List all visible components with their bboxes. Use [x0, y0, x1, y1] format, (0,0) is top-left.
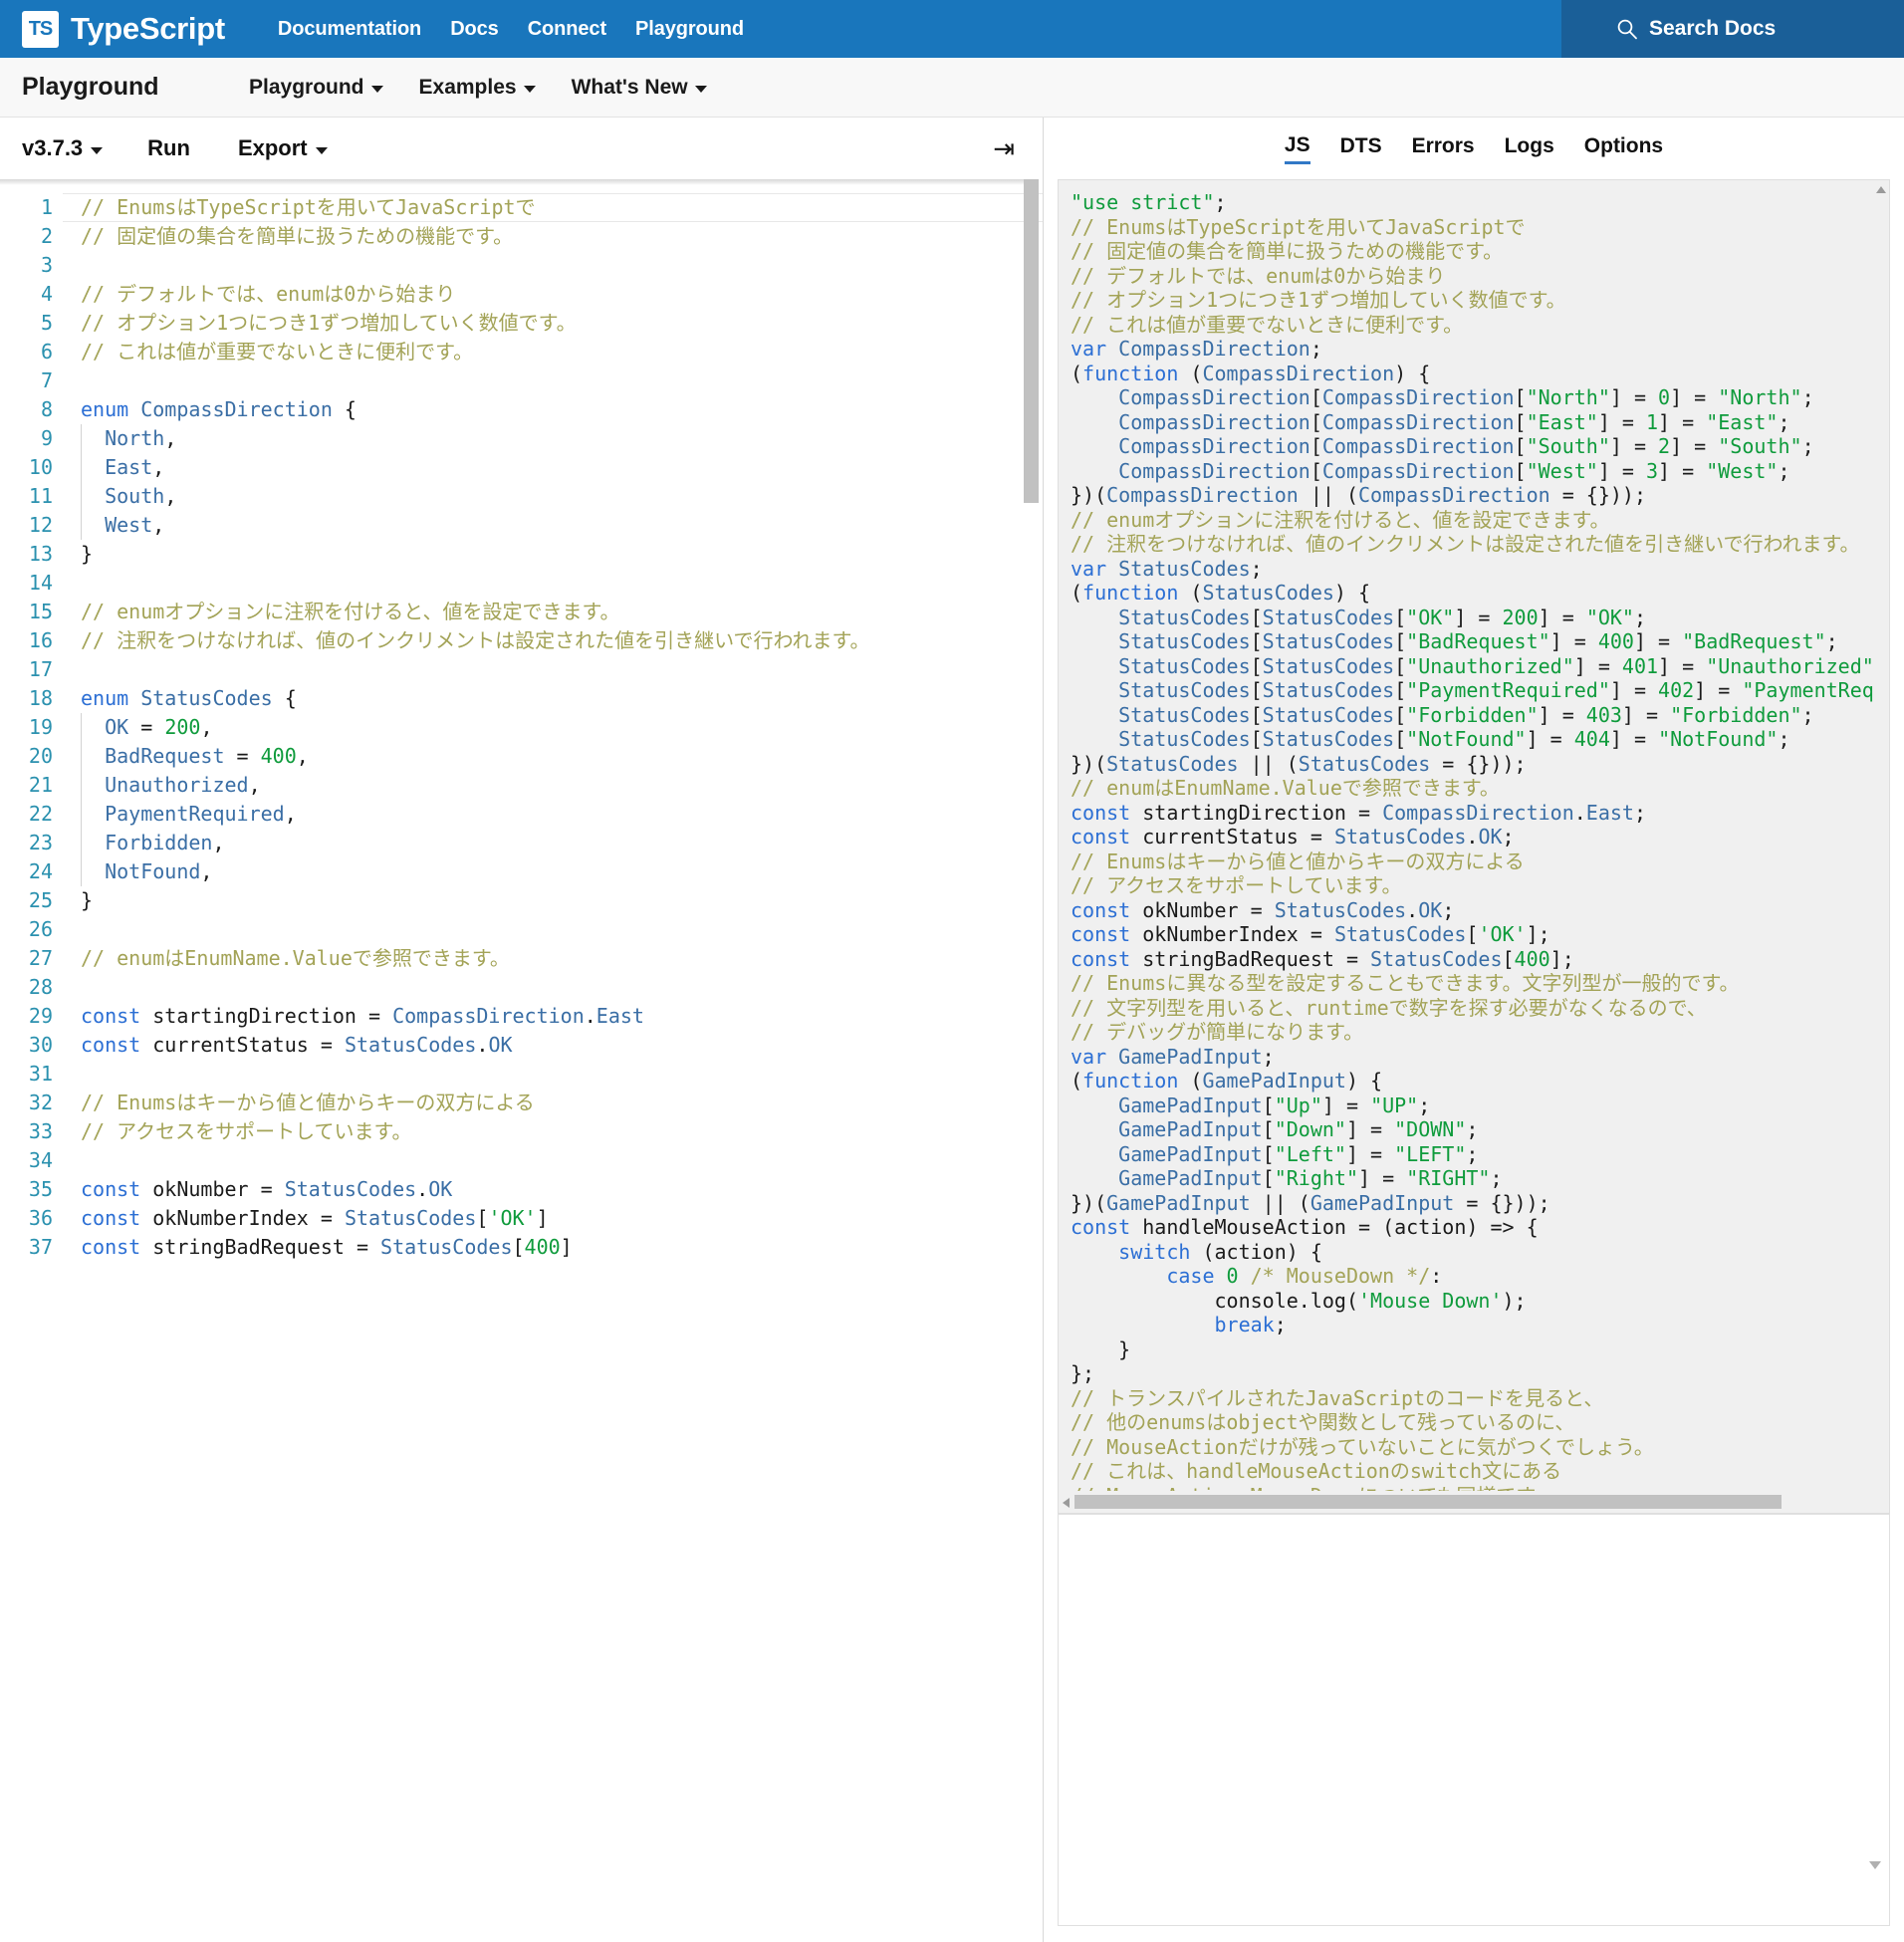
tab-js[interactable]: JS [1284, 133, 1310, 164]
line-number: 31 [28, 1062, 53, 1086]
code-editor[interactable]: 1 2 3 4 5 6 7 8 9 10 11 12 13 14 15 16 17 18 19 20 21 22 23 24 2… [0, 179, 1043, 1942]
export-menu[interactable]: Export [238, 135, 328, 161]
line-number: 3 [40, 253, 53, 277]
sub-nav-menu: Playground Examples What's New [249, 76, 707, 100]
line-number: 37 [28, 1235, 53, 1259]
tab-errors[interactable]: Errors [1412, 134, 1475, 162]
indent-guide [81, 713, 82, 886]
line-number: 28 [28, 975, 53, 999]
line-number: 14 [28, 571, 53, 595]
tab-logs[interactable]: Logs [1505, 134, 1554, 162]
subnav-item-examples[interactable]: Examples [419, 76, 536, 100]
line-number: 10 [28, 455, 53, 479]
line-number: 7 [40, 368, 53, 392]
line-number: 22 [28, 802, 53, 826]
playground-workspace: v3.7.3 Run Export ⇥ 1 2 3 4 5 6 7 8 9 10 11 12 13 14 1… [0, 118, 1904, 1942]
version-label: v3.7.3 [22, 135, 84, 160]
chevron-down-icon [370, 86, 383, 93]
collapse-sidebar-icon[interactable]: ⇥ [993, 135, 1015, 161]
line-number: 29 [28, 1004, 53, 1028]
line-number: 36 [28, 1206, 53, 1230]
line-number: 16 [28, 628, 53, 652]
line-number: 34 [28, 1148, 53, 1172]
editor-line-numbers: 1 2 3 4 5 6 7 8 9 10 11 12 13 14 15 16 17 18 19 20 21 22 23 24 2… [0, 193, 63, 1262]
line-number: 19 [28, 715, 53, 739]
line-number: 4 [40, 282, 53, 306]
search-docs-button[interactable]: Search Docs [1561, 0, 1904, 58]
line-number: 13 [28, 542, 53, 566]
line-number: 27 [28, 946, 53, 970]
nav-link-connect[interactable]: Connect [528, 18, 606, 41]
editor-top-shadow [0, 179, 1024, 185]
search-docs-label: Search Docs [1649, 17, 1777, 40]
export-label: Export [237, 135, 308, 160]
run-label: Run [147, 135, 190, 160]
line-number: 23 [28, 831, 53, 854]
line-number: 20 [28, 744, 53, 768]
output-lower-panel [1058, 1514, 1890, 1926]
line-number: 12 [28, 513, 53, 537]
subnav-item-whats-new-label: What's New [571, 75, 688, 99]
top-navigation-bar: TS TypeScript Documentation Docs Connect… [0, 0, 1904, 58]
sub-navigation-bar: Playground Playground Examples What's Ne… [0, 58, 1904, 118]
brand-title: TypeScript [71, 11, 225, 46]
line-number: 21 [28, 773, 53, 797]
search-icon [1617, 19, 1637, 40]
subnav-item-playground[interactable]: Playground [249, 76, 383, 100]
subnav-item-examples-label: Examples [418, 75, 517, 99]
scroll-left-arrow-icon[interactable] [1063, 1498, 1070, 1508]
line-number: 35 [28, 1177, 53, 1201]
line-number: 6 [40, 340, 53, 364]
output-tab-bar: JS DTS Errors Logs Options [1044, 118, 1904, 179]
nav-link-docs[interactable]: Docs [450, 18, 499, 41]
typescript-logo-icon: TS [22, 10, 59, 48]
chevron-down-icon [694, 86, 707, 93]
editor-vertical-scrollbar[interactable] [1024, 179, 1039, 1942]
line-number: 25 [28, 888, 53, 912]
subnav-item-playground-label: Playground [249, 75, 364, 99]
tab-options[interactable]: Options [1584, 134, 1663, 162]
chevron-down-icon [91, 146, 104, 154]
output-code-panel[interactable]: "use strict";// EnumsはTypeScriptを用いてJava… [1058, 179, 1890, 1514]
brand-logo-group[interactable]: TS TypeScript [0, 10, 251, 48]
line-number: 18 [28, 686, 53, 710]
run-button[interactable]: Run [147, 135, 190, 161]
subnav-item-whats-new[interactable]: What's New [572, 76, 707, 100]
line-number: 26 [28, 917, 53, 941]
output-hscroll-thumb[interactable] [1074, 1495, 1782, 1509]
line-number: 17 [28, 657, 53, 681]
editor-code-content[interactable]: // EnumsはTypeScriptを用いてJavaScriptで// 固定値… [63, 193, 1043, 1262]
chevron-down-icon [523, 86, 536, 93]
output-horizontal-scrollbar[interactable] [1059, 1491, 1873, 1513]
nav-link-documentation[interactable]: Documentation [278, 18, 421, 41]
indent-guide [81, 424, 82, 540]
output-pane: JS DTS Errors Logs Options "use strict";… [1044, 118, 1904, 1942]
scroll-down-arrow-icon[interactable] [1869, 1861, 1881, 1869]
scroll-up-arrow-icon[interactable] [1876, 186, 1886, 193]
line-number: 15 [28, 600, 53, 623]
tab-dts[interactable]: DTS [1340, 134, 1382, 162]
current-line-highlight [63, 193, 1043, 222]
line-number: 24 [28, 859, 53, 883]
line-number: 5 [40, 311, 53, 335]
output-code-content: "use strict";// EnumsはTypeScriptを用いてJava… [1071, 190, 1889, 1513]
output-vertical-scrollbar[interactable] [1873, 180, 1889, 1513]
chevron-down-icon [315, 146, 328, 154]
version-selector[interactable]: v3.7.3 [0, 135, 104, 161]
line-number: 1 [40, 195, 53, 219]
line-number: 11 [28, 484, 53, 508]
nav-link-playground[interactable]: Playground [635, 18, 744, 41]
editor-toolbar: v3.7.3 Run Export ⇥ [0, 118, 1043, 179]
line-number: 32 [28, 1091, 53, 1114]
editor-scrollbar-thumb[interactable] [1024, 179, 1039, 503]
line-number: 9 [40, 426, 53, 450]
line-number: 8 [40, 397, 53, 421]
top-nav-links: Documentation Docs Connect Playground [278, 18, 744, 41]
line-number: 2 [40, 224, 53, 248]
editor-pane: v3.7.3 Run Export ⇥ 1 2 3 4 5 6 7 8 9 10 11 12 13 14 1… [0, 118, 1044, 1942]
line-number: 33 [28, 1119, 53, 1143]
line-number: 30 [28, 1033, 53, 1057]
page-title: Playground [22, 73, 159, 101]
